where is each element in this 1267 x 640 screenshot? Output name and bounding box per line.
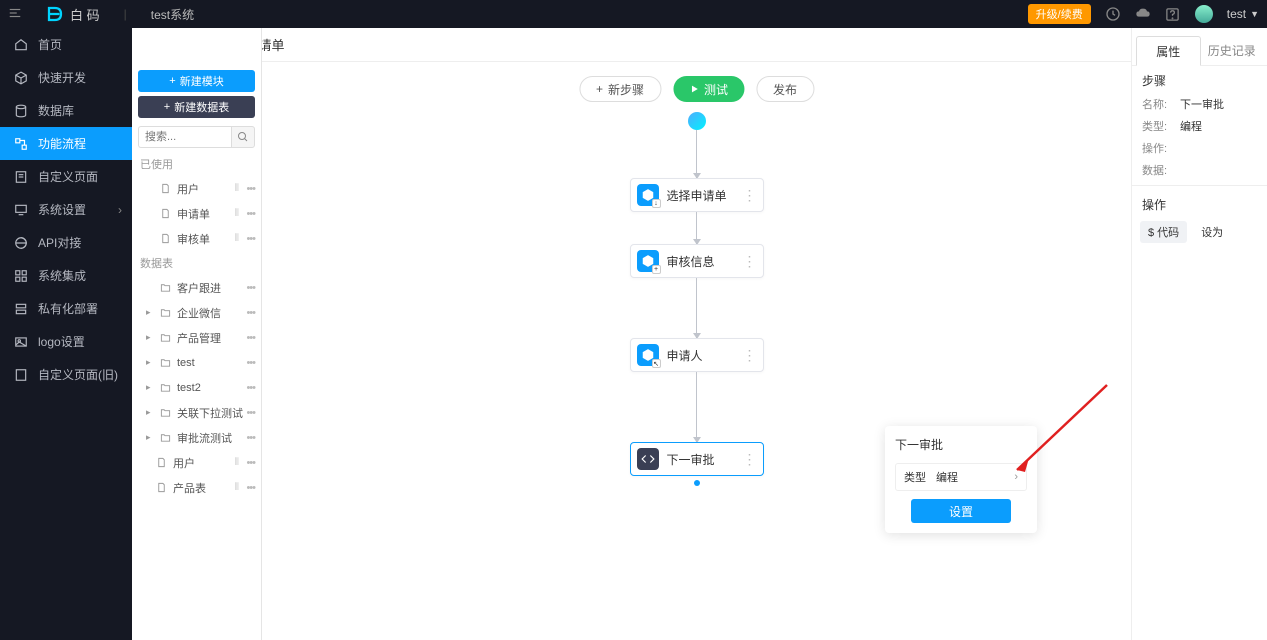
tab-history[interactable]: 历史记录 [1201,36,1264,65]
code-chip[interactable]: $ 代码 [1140,221,1187,243]
folder-icon [160,407,171,418]
tree-item[interactable]: ▸test2••• [132,375,261,400]
file-icon [156,482,167,493]
sidebar-item-deploy[interactable]: 私有化部署 [0,292,132,325]
canvas[interactable]: + 新步骤 测试 发布 ↓ 选择申请单 ⋮ + 审核信息 ⋮ ↖ 申请人 ⋮ 下… [262,62,1131,640]
sidebar-item-custom-page-old[interactable]: 自定义页面(旧) [0,358,132,391]
folder-icon [160,282,171,293]
module-panel: + 新建模块 + 新建数据表 已使用 用户⦀•••申请单⦀•••审核单⦀••• … [132,28,262,640]
grid-icon [14,269,28,283]
file-icon [160,208,171,219]
system-name: test系统 [151,6,194,23]
folder-icon [160,382,171,393]
menu-toggle-icon[interactable] [8,6,22,23]
refresh-icon[interactable] [1105,6,1121,22]
tree-item[interactable]: 客户跟进••• [132,275,261,300]
tree-item[interactable]: 产品表⦀••• [132,475,261,500]
node-more-icon[interactable]: ⋮ [743,191,757,199]
flow-node-next-approval[interactable]: 下一审批 ⋮ [630,442,764,476]
search-button[interactable] [231,126,255,148]
section-step: 步骤 [1132,66,1267,93]
sidebar-item-api[interactable]: API对接 [0,226,132,259]
tree-item[interactable]: 用户⦀••• [132,450,261,475]
page-icon [14,170,28,184]
new-module-button[interactable]: + 新建模块 [138,70,255,92]
logo[interactable]: 白 码 [46,5,100,24]
tree-item[interactable]: ▸产品管理••• [132,325,261,350]
flow-node-select[interactable]: ↓ 选择申请单 ⋮ [630,178,764,212]
node-more-icon[interactable]: ⋮ [743,455,757,463]
sidebar-item-integration[interactable]: 系统集成 [0,259,132,292]
file-icon [160,233,171,244]
page-old-icon [14,368,28,382]
prop-name-value: 下一审批 [1180,96,1224,112]
popup-title: 下一审批 [895,436,1027,453]
folder-icon [160,357,171,368]
code-icon [641,452,655,466]
logo-icon [46,5,64,23]
test-button[interactable]: 测试 [673,76,744,102]
brand-text: 白 码 [70,5,100,24]
search-input[interactable] [138,126,231,148]
add-node-handle[interactable] [694,480,700,486]
set-as-button[interactable]: 设为 [1193,221,1231,243]
sidebar: 首页 快速开发 数据库 功能流程 自定义页面 系统设置 API对接 系统集成 私… [0,28,132,640]
cube-icon [14,71,28,85]
section-operation: 操作 [1132,190,1267,217]
home-icon [14,38,28,52]
sidebar-item-quick-dev[interactable]: 快速开发 [0,61,132,94]
tree-item[interactable]: ▸test••• [132,350,261,375]
file-icon [156,457,167,468]
tables-section-label: 数据表 [132,251,261,275]
tree-item[interactable]: 用户⦀••• [132,176,261,201]
prop-type-value: 编程 [1180,118,1202,134]
new-table-button[interactable]: + 新建数据表 [138,96,255,118]
api-icon [14,236,28,250]
settings-button[interactable]: 设置 [911,499,1011,523]
tree-item[interactable]: ▸企业微信••• [132,300,261,325]
start-node[interactable] [688,112,706,130]
flow-icon [14,137,28,151]
avatar[interactable] [1195,5,1213,23]
file-icon [160,183,171,194]
flow-node-applicant[interactable]: ↖ 申请人 ⋮ [630,338,764,372]
sidebar-item-home[interactable]: 首页 [0,28,132,61]
tree-item[interactable]: ▸审批流测试••• [132,425,261,450]
cloud-icon[interactable] [1135,6,1151,22]
server-icon [14,302,28,316]
search-icon [237,131,249,143]
node-config-popup: 下一审批 类型编程 › 设置 [885,426,1037,533]
image-icon [14,335,28,349]
breadcrumb: ‹ 返回 功能 - 审核申请单 [132,28,1267,62]
used-section-label: 已使用 [132,152,261,176]
topbar: 白 码 | test系统 升级/续费 test ▼ [0,0,1267,28]
chevron-right-icon: › [1014,471,1018,483]
database-icon [14,104,28,118]
type-selector[interactable]: 类型编程 › [895,463,1027,491]
upgrade-button[interactable]: 升级/续费 [1028,4,1091,24]
help-icon[interactable] [1165,6,1181,22]
tree-item[interactable]: 审核单⦀••• [132,226,261,251]
new-step-button[interactable]: + 新步骤 [579,76,661,102]
sidebar-item-database[interactable]: 数据库 [0,94,132,127]
sidebar-item-sys-setting[interactable]: 系统设置 [0,193,132,226]
folder-icon [160,307,171,318]
node-more-icon[interactable]: ⋮ [743,257,757,265]
tab-properties[interactable]: 属性 [1136,36,1201,66]
flow-node-review[interactable]: + 审核信息 ⋮ [630,244,764,278]
play-icon [689,84,699,94]
publish-button[interactable]: 发布 [756,76,814,102]
sidebar-item-workflow[interactable]: 功能流程 [0,127,132,160]
properties-panel: 属性 历史记录 步骤 名称:下一审批 类型:编程 操作: 数据: 操作 $ 代码… [1131,28,1267,640]
folder-icon [160,332,171,343]
tree-item[interactable]: 申请单⦀••• [132,201,261,226]
sidebar-item-custom-page[interactable]: 自定义页面 [0,160,132,193]
sidebar-item-logo[interactable]: logo设置 [0,325,132,358]
monitor-icon [14,203,28,217]
node-more-icon[interactable]: ⋮ [743,351,757,359]
tree-item[interactable]: ▸关联下拉测试••• [132,400,261,425]
folder-icon [160,432,171,443]
user-menu[interactable]: test ▼ [1227,7,1259,21]
